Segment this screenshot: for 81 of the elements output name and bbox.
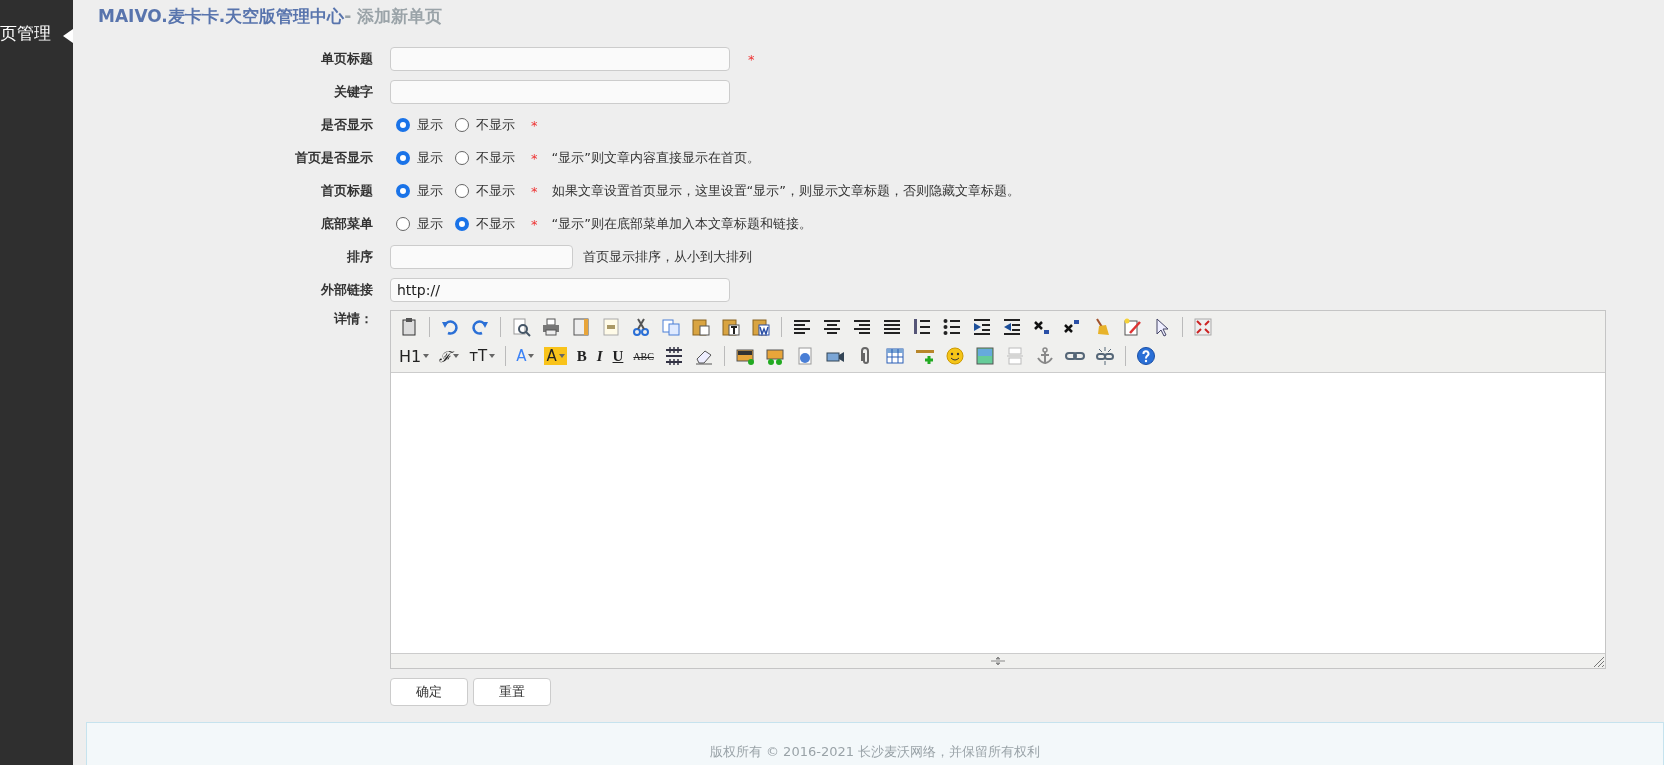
cut-icon[interactable] [631,317,651,337]
numbered-list-icon[interactable] [912,317,932,337]
required-mark: * [748,51,755,67]
field-label: 单页标题 [320,50,374,68]
field-label: 排序 [346,248,374,266]
preview-icon[interactable] [511,317,531,337]
paste-word-icon[interactable] [751,317,771,337]
active-pointer-icon [63,29,73,43]
clipboard-icon[interactable] [399,317,419,337]
undo-icon[interactable] [440,317,460,337]
caret-icon [489,354,496,358]
page-title: MAIVO.麦卡卡.天空版管理中心 [98,6,345,26]
paste-icon[interactable] [691,317,711,337]
table-icon[interactable] [884,346,905,366]
anchor-icon[interactable] [1034,346,1055,366]
copyright-text: 版权所有 © 2016-2021 长沙麦沃网络，并保留所有权利 [709,743,1041,761]
resize-corner-icon[interactable] [1594,657,1604,667]
sidebar-item[interactable]: 页管理 [0,22,73,45]
notepad-icon[interactable] [1122,317,1142,337]
caret-icon [423,354,430,358]
picture-icon[interactable] [974,346,995,366]
print-icon[interactable] [541,317,561,337]
unlink-icon[interactable] [1094,346,1115,366]
toolbar-button[interactable]: I [596,347,603,365]
toolbar-button[interactable]: ABC [633,350,654,362]
field-label: 首页是否显示 [294,149,374,167]
text-field[interactable] [390,47,730,71]
align-justify-icon[interactable] [882,317,902,337]
fullscreen-icon[interactable] [1193,317,1213,337]
paste-text-icon[interactable] [721,317,741,337]
image-icon[interactable] [734,346,755,366]
form-button[interactable]: 确定 [390,678,468,706]
field-label: 是否显示 [320,116,374,134]
required-mark: * [531,216,538,232]
redo-icon[interactable] [470,317,490,337]
align-left-icon[interactable] [792,317,812,337]
field-hint: 如果文章设置首页显示，这里设置“显示”，则显示文章标题，否则隐藏文章标题。 [551,182,1020,200]
text-field[interactable] [390,80,730,104]
field-label: 底部菜单 [320,215,374,233]
radio-option[interactable]: 不显示 [455,149,515,167]
outdent-icon[interactable] [1002,317,1022,337]
caret-icon [528,354,535,358]
field-hint: “显示”则文章内容直接显示在首页。 [551,149,760,167]
text-field[interactable]: http:// [390,278,730,302]
caret-icon [453,354,460,358]
toolbar-button[interactable]: ℱ [439,346,460,366]
radio-option[interactable]: 显示 [396,182,443,200]
field-label: 关键字 [333,83,374,101]
required-mark: * [531,183,538,199]
required-mark: * [531,117,538,133]
smiley-icon[interactable] [944,346,965,366]
caret-icon [558,354,565,358]
radio-option[interactable]: 显示 [396,149,443,167]
page-subtitle: - 添加新单页 [344,6,443,26]
resize-handle-icon[interactable] [991,657,1005,665]
radio-option[interactable]: 显示 [396,215,443,233]
radio-option[interactable]: 不显示 [455,215,515,233]
align-center-icon[interactable] [822,317,842,337]
copy-icon[interactable] [661,317,681,337]
help-icon[interactable] [1135,346,1156,366]
toolbar-button[interactable]: B [576,347,587,365]
align-right-icon[interactable] [852,317,872,337]
text-field[interactable] [390,245,573,269]
field-label: 详情： [332,310,374,328]
toolbar-button[interactable]: A [544,347,567,365]
field-label: 外部链接 [320,281,374,299]
form-button[interactable]: 重置 [473,678,551,706]
field-hint: “显示”则在底部菜单加入本文章标题和链接。 [551,215,812,233]
radio-option[interactable]: 显示 [396,116,443,134]
required-mark: * [531,150,538,166]
field-hint: 首页显示排序，从小到大排列 [583,248,752,266]
bullet-list-icon[interactable] [942,317,962,337]
multi-image-icon[interactable] [764,346,785,366]
line-spacing-icon[interactable] [663,346,684,366]
toolbar-button[interactable]: U [612,347,624,365]
toolbar-button[interactable]: ᴛT [469,347,496,365]
field-label: 首页标题 [320,182,374,200]
toolbar-button[interactable]: H1 [399,346,430,366]
radio-option[interactable]: 不显示 [455,116,515,134]
radio-option[interactable]: 不显示 [455,182,515,200]
indent-icon[interactable] [972,317,992,337]
